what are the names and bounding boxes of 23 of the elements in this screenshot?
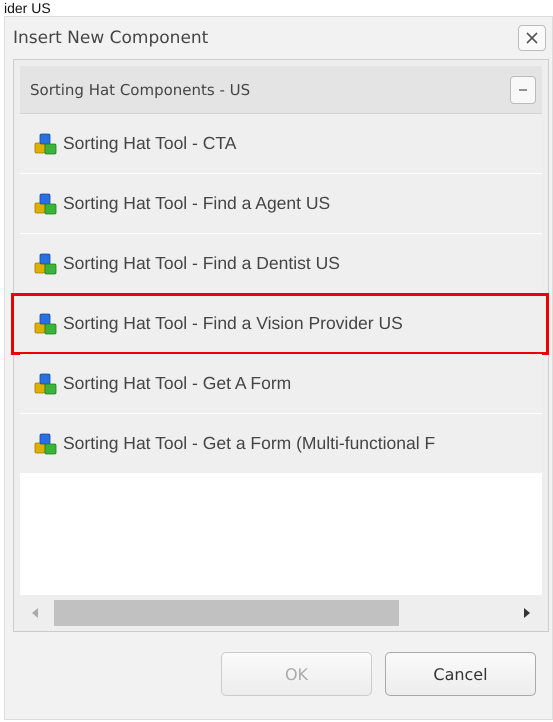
component-list-item[interactable]: Sorting Hat Tool - Get a Form (Multi-functional F xyxy=(20,414,542,474)
group-title: Sorting Hat Components - US xyxy=(30,80,250,98)
dialog-button[interactable]: Cancel xyxy=(385,652,536,696)
cubes-icon xyxy=(34,192,58,216)
scroll-right-icon[interactable] xyxy=(522,606,532,620)
cubes-icon xyxy=(34,432,58,456)
cubes-icon xyxy=(34,372,58,396)
collapse-button[interactable] xyxy=(510,76,536,104)
scrollbar-thumb[interactable] xyxy=(54,600,400,626)
component-list-item[interactable]: Sorting Hat Tool - Find a Agent US xyxy=(20,174,542,234)
component-list-item[interactable]: Sorting Hat Tool - Find a Dentist US xyxy=(20,234,542,294)
component-list-item[interactable]: Sorting Hat Tool - Get A Form xyxy=(20,354,542,414)
window-title: Insert New Component xyxy=(13,28,208,48)
scroll-left-icon[interactable] xyxy=(30,606,40,620)
close-icon xyxy=(525,31,539,45)
cubes-icon xyxy=(34,312,58,336)
component-list-item[interactable]: Sorting Hat Tool - Find a Vision Provider US xyxy=(12,294,548,354)
cubes-icon xyxy=(34,252,58,276)
component-list-item[interactable]: Sorting Hat Tool - CTA xyxy=(20,114,542,174)
page-text-fragment: ider US xyxy=(3,0,52,16)
close-button[interactable] xyxy=(518,25,546,51)
cubes-icon xyxy=(34,132,58,156)
group-header[interactable]: Sorting Hat Components - US xyxy=(20,66,542,114)
